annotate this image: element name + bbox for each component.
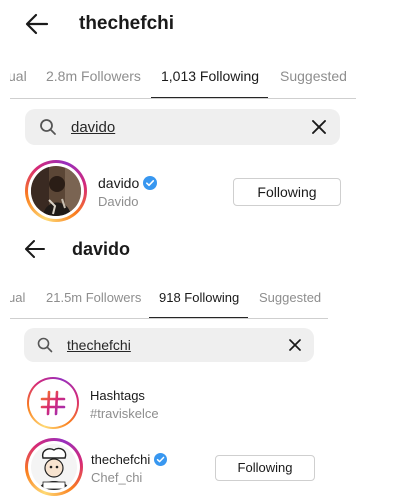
tab-bar: ual 21.5m Followers 918 Following Sugges… (10, 282, 328, 319)
tab-following[interactable]: 918 Following (159, 282, 239, 318)
hashtag-icon (40, 390, 66, 416)
search-bar[interactable]: davido (25, 109, 340, 145)
following-button[interactable]: Following (233, 178, 341, 206)
verified-badge-icon (143, 176, 157, 190)
back-button[interactable] (24, 239, 46, 259)
avatar[interactable] (25, 438, 83, 496)
active-tab-indicator (151, 97, 268, 98)
hashtag-avatar[interactable] (27, 377, 79, 429)
search-icon (37, 337, 53, 353)
username[interactable]: thechefchi (91, 452, 150, 467)
verified-badge-icon (154, 453, 167, 466)
tab-suggested[interactable]: Suggested (259, 282, 321, 318)
avatar[interactable] (25, 160, 87, 222)
following-button[interactable]: Following (215, 455, 315, 481)
tab-bar: ual 2.8m Followers 1,013 Following Sugge… (10, 60, 356, 99)
display-name: Chef_chi (91, 470, 143, 485)
tab-followers[interactable]: 21.5m Followers (46, 282, 141, 318)
display-name: Davido (98, 194, 139, 209)
search-input[interactable]: thechefchi (67, 337, 131, 353)
back-arrow-icon (25, 240, 45, 258)
close-icon[interactable] (289, 339, 301, 351)
close-icon[interactable] (312, 120, 326, 134)
search-icon (40, 119, 56, 135)
tab-followers[interactable]: 2.8m Followers (46, 60, 141, 98)
active-tab-indicator (149, 317, 248, 318)
back-button[interactable] (25, 13, 49, 35)
hashtag-tag: #traviskelce (90, 406, 159, 421)
back-arrow-icon (25, 13, 49, 35)
tab-mutual[interactable]: ual (10, 60, 27, 98)
hashtag-title[interactable]: Hashtags (90, 388, 145, 403)
avatar-photo (31, 166, 81, 216)
tab-suggested[interactable]: Suggested (280, 60, 347, 98)
page-title: davido (72, 239, 131, 259)
tab-following[interactable]: 1,013 Following (161, 60, 259, 98)
search-input[interactable]: davido (71, 119, 115, 136)
username[interactable]: davido (98, 175, 139, 191)
page-title: thechefchi (79, 13, 175, 34)
tab-mutual[interactable]: ual (10, 282, 25, 318)
avatar-photo (31, 444, 77, 490)
search-bar[interactable]: thechefchi (24, 328, 314, 362)
